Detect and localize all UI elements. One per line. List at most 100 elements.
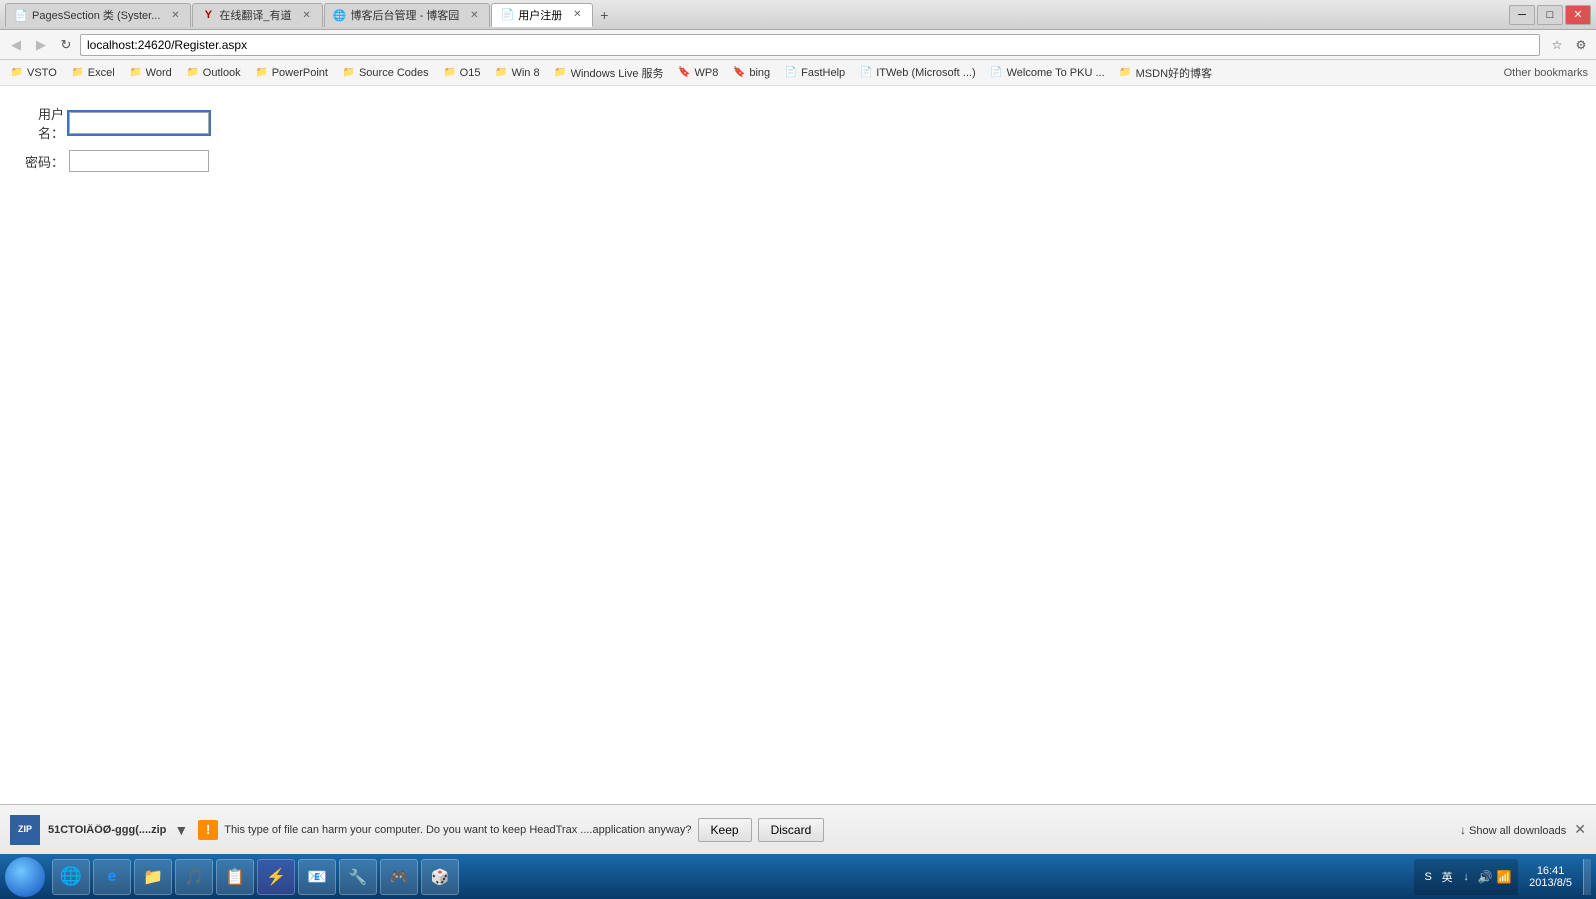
bookmark-o15[interactable]: 📁 O15 [437,64,487,82]
start-button[interactable] [5,857,45,897]
download-warning: ! This type of file can harm your comput… [198,818,1450,842]
bookmark-powerpoint[interactable]: 📁 PowerPoint [249,64,334,82]
username-row: 用户名： [14,104,1582,142]
tab-blog-admin[interactable]: 🌐 博客后台管理 - 博客园 ✕ [324,3,491,27]
taskbar-media[interactable]: 🎵 [175,859,213,895]
tab-label-4: 用户注册 [518,7,562,23]
minimize-button[interactable]: ─ [1509,5,1535,25]
bookmark-fasthelp[interactable]: 📄 FastHelp [778,64,851,82]
tray-icon-down[interactable]: ↓ [1458,869,1474,885]
tray-icon-1[interactable]: S [1420,869,1436,885]
username-input[interactable] [69,112,209,134]
keep-button[interactable]: Keep [698,818,752,842]
outlook-icon: 📧 [307,867,327,887]
bookmark-msdn[interactable]: 📁 MSDN好的博客 [1113,63,1218,83]
address-bar[interactable] [80,34,1540,56]
discard-button[interactable]: Discard [758,818,825,842]
app1-icon: 📋 [225,867,245,887]
tab-icon-2: Y [201,8,215,22]
folder-icon-o15: 📁 [443,66,457,80]
show-desktop-button[interactable] [1583,859,1591,895]
tab-close-2[interactable]: ✕ [300,8,314,22]
taskbar-right: S 英 ↓ 🔊 📶 16:41 2013/8/5 [1414,859,1591,895]
bookmark-winlive[interactable]: 📁 Windows Live 服务 [548,63,670,83]
back-button[interactable]: ◀ [5,34,27,56]
star-icon[interactable]: ☆ [1547,35,1567,55]
bookmark-label-win8: Win 8 [511,67,539,79]
bookmark-wp8[interactable]: 🔖 WP8 [672,64,725,82]
taskbar-ie[interactable]: e [93,859,131,895]
bookmark-label-fasthelp: FastHelp [801,67,845,79]
tab-icon-4: 📄 [500,8,514,22]
download-file-info: 51CTOIÂÔØ-ggg(....zip [48,824,166,836]
forward-button[interactable]: ▶ [30,34,52,56]
tab-pagesection[interactable]: 📄 PagesSection 类 (Syster... ✕ [5,3,191,27]
tab-label-2: 在线翻译_有道 [219,7,291,23]
bookmark-label-pku: Welcome To PKU ... [1007,67,1105,79]
browser-content: 用户名： 密码： [0,86,1596,804]
password-row: 密码： [14,150,1582,172]
bookmarks-bar: 📁 VSTO 📁 Excel 📁 Word 📁 Outlook 📁 PowerP… [0,60,1596,86]
folder-icon-winlive: 📁 [554,66,568,80]
download-item: ZIP 51CTOIÂÔØ-ggg(....zip ▼ [10,815,188,845]
bookmark-source-codes[interactable]: 📁 Source Codes [336,64,435,82]
taskbar: 🌐 e 📁 🎵 📋 ⚡ 📧 🔧 🎮 🎲 S 英 ↓ 🔊 📶 [0,854,1596,899]
taskbar-app4[interactable]: 🎲 [421,859,459,895]
bookmark-icon-pku: 📄 [990,66,1004,80]
tray-icon-network[interactable]: 📶 [1496,869,1512,885]
bookmark-label-source: Source Codes [359,67,429,79]
bookmark-pku[interactable]: 📄 Welcome To PKU ... [984,64,1111,82]
folder-icon-source: 📁 [342,66,356,80]
taskbar-vs[interactable]: ⚡ [257,859,295,895]
taskbar-app1[interactable]: 📋 [216,859,254,895]
register-form: 用户名： 密码： [10,96,1586,188]
folder-icon: 📁 [10,66,24,80]
download-arrow-button[interactable]: ▼ [174,822,188,838]
close-button[interactable]: ✕ [1565,5,1591,25]
bookmark-label-word: Word [146,67,172,79]
taskbar-app3[interactable]: 🎮 [380,859,418,895]
bookmark-itweb[interactable]: 📄 ITWeb (Microsoft ...) [853,64,981,82]
bookmark-excel[interactable]: 📁 Excel [65,64,121,82]
bookmark-label-outlook: Outlook [203,67,241,79]
bookmark-label-vsto: VSTO [27,67,57,79]
tab-close-3[interactable]: ✕ [467,8,481,22]
bookmark-outlook[interactable]: 📁 Outlook [180,64,247,82]
bookmark-win8[interactable]: 📁 Win 8 [488,64,545,82]
app4-icon: 🎲 [431,868,450,886]
warning-text: This type of file can harm your computer… [224,824,691,836]
bookmark-label-wp8: WP8 [695,67,719,79]
show-all-downloads-link[interactable]: ↓ Show all downloads [1460,823,1566,837]
taskbar-explorer[interactable]: 📁 [134,859,172,895]
tray-icon-chinese[interactable]: 英 [1439,869,1455,885]
folder-icon-excel: 📁 [71,66,85,80]
tools-icon[interactable]: ⚙ [1571,35,1591,55]
download-bar: ZIP 51CTOIÂÔØ-ggg(....zip ▼ ! This type … [0,804,1596,854]
bookmark-label-bing: bing [749,67,770,79]
bookmark-icon-wp8: 🔖 [678,66,692,80]
app2-icon: 🔧 [349,868,368,886]
tab-close-1[interactable]: ✕ [168,8,182,22]
tab-register[interactable]: 📄 用户注册 ✕ [491,3,593,27]
download-bar-close[interactable]: ✕ [1574,821,1586,838]
new-tab-button[interactable]: + [594,3,614,27]
tab-bar: 📄 PagesSection 类 (Syster... ✕ Y 在线翻译_有道 … [5,3,614,27]
bookmark-label-winlive: Windows Live 服务 [571,65,664,81]
bookmark-vsto[interactable]: 📁 VSTO [4,64,63,82]
taskbar-chrome[interactable]: 🌐 [52,859,90,895]
window-controls: ─ □ ✕ [1509,5,1591,25]
taskbar-outlook[interactable]: 📧 [298,859,336,895]
tray-icon-volume[interactable]: 🔊 [1477,869,1493,885]
refresh-button[interactable]: ↻ [55,34,77,56]
bookmark-bing[interactable]: 🔖 bing [726,64,776,82]
taskbar-app2[interactable]: 🔧 [339,859,377,895]
tab-youdao[interactable]: Y 在线翻译_有道 ✕ [192,3,322,27]
tab-close-4[interactable]: ✕ [570,8,584,22]
folder-icon-ppt: 📁 [255,66,269,80]
clock[interactable]: 16:41 2013/8/5 [1523,865,1578,889]
maximize-button[interactable]: □ [1537,5,1563,25]
bookmark-word[interactable]: 📁 Word [123,64,178,82]
password-input[interactable] [69,150,209,172]
chrome-icon: 🌐 [60,866,82,887]
bookmarks-overflow-button[interactable]: Other bookmarks [1500,65,1592,81]
